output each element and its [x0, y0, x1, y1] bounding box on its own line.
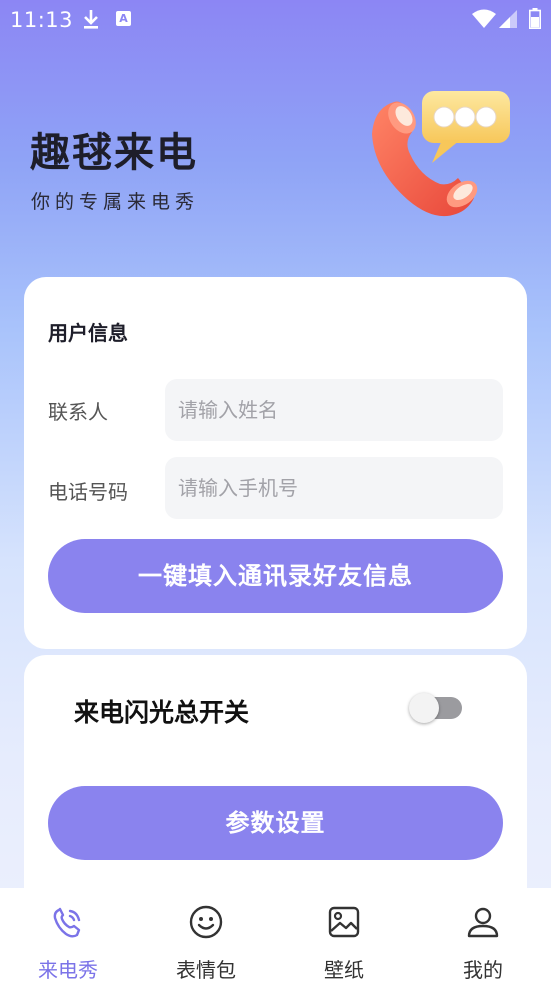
- phone-label: 电话号码: [48, 480, 128, 504]
- signal-icon: [499, 10, 517, 28]
- parameter-settings-button[interactable]: 参数设置: [48, 786, 503, 860]
- smiley-icon: [189, 905, 223, 939]
- nav-item-mine[interactable]: 我的: [423, 888, 543, 983]
- app-subtitle: 你的专属来电秀: [31, 191, 200, 213]
- download-icon: [84, 10, 98, 29]
- contact-name-input[interactable]: [165, 379, 503, 441]
- image-icon: [328, 906, 360, 938]
- user-icon: [467, 907, 499, 938]
- status-bar: 11:13 A: [0, 0, 551, 38]
- nav-item-call-show[interactable]: 来电秀: [8, 888, 128, 983]
- wifi-icon: [472, 9, 496, 28]
- status-time: 11:13: [10, 8, 74, 32]
- nav-label-mine: 我的: [463, 958, 503, 982]
- app-title: 趣毬来电: [30, 130, 198, 176]
- call-flash-card: 来电闪光总开关 参数设置: [24, 655, 527, 915]
- phone-number-input[interactable]: [165, 457, 503, 519]
- call-flash-toggle[interactable]: [409, 693, 462, 723]
- phone-chat-bubble-icon: [372, 91, 510, 217]
- nav-item-wallpaper[interactable]: 壁纸: [284, 888, 404, 983]
- keyboard-a-icon: A: [116, 11, 131, 26]
- contact-label: 联系人: [48, 400, 108, 424]
- user-info-title: 用户信息: [48, 321, 128, 345]
- nav-label-wallpaper: 壁纸: [324, 958, 364, 982]
- nav-label-stickers: 表情包: [176, 958, 236, 982]
- bottom-nav: 来电秀 表情包 壁纸 我的: [0, 888, 551, 983]
- fill-from-contacts-button[interactable]: 一键填入通讯录好友信息: [48, 539, 503, 613]
- battery-icon: [529, 8, 541, 29]
- phone-icon: [53, 907, 81, 938]
- user-info-card: 用户信息 联系人 电话号码 一键填入通讯录好友信息: [24, 277, 527, 649]
- nav-label-call-show: 来电秀: [38, 958, 98, 982]
- nav-item-stickers[interactable]: 表情包: [146, 888, 266, 983]
- toggle-knob: [409, 693, 439, 723]
- call-flash-switch-label: 来电闪光总开关: [74, 698, 250, 727]
